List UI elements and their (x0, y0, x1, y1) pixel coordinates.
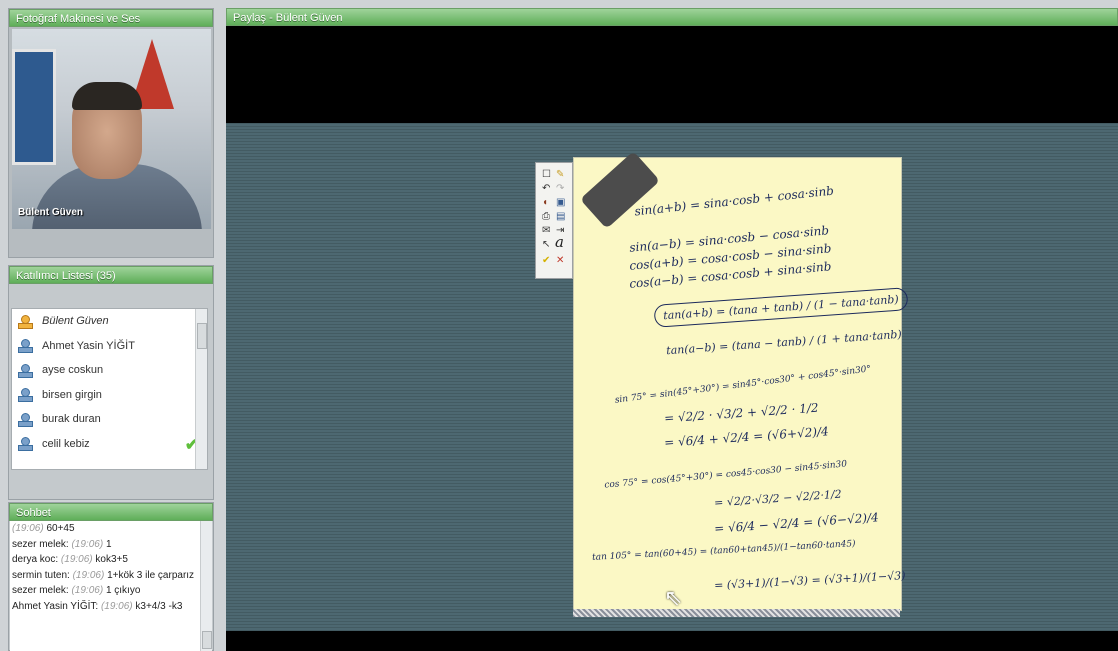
chat-panel: Sohbet (19:06) 60+45 sezer melek: (19:06… (8, 502, 214, 651)
rectangle-icon[interactable]: ☐ (542, 169, 551, 180)
whiteboard-line: = (√3+1)/(1−√3) = (√3+1)/(1−√3) (713, 568, 906, 593)
participant-name: birsen girgin (42, 388, 102, 401)
participant-name: burak duran (42, 413, 101, 426)
scrollbar-thumb[interactable] (202, 631, 212, 649)
chat-text: kok3+5 (95, 554, 128, 565)
redo-icon[interactable]: ↷ (556, 183, 564, 194)
user-icon (18, 412, 33, 427)
chat-time: (19:06) (60, 554, 93, 565)
participant-row[interactable]: birsen girgin (12, 383, 207, 408)
participant-name: Bülent Güven (42, 315, 109, 328)
chat-log[interactable]: (19:06) 60+45 sezer melek: (19:06) 1 der… (10, 521, 212, 651)
chat-message: sermin tuten: (19:06) 1+kök 3 ile çarpar… (10, 568, 212, 584)
chat-user: sermin tuten: (12, 569, 70, 581)
share-area: Paylaş - Bülent Güven ☐ ✎ ↶ ↷ ◖ ▣ ⎙ ▤ ✉ … (226, 8, 1118, 651)
chat-text: 60+45 (46, 523, 75, 534)
whiteboard-line: sin(a+b) = sina·cosb + cosa·sinb (633, 183, 835, 219)
participant-row[interactable]: burak duran (12, 407, 207, 432)
chat-text: 1+kök 3 ile çarparız (107, 569, 195, 581)
window-graphic (12, 49, 56, 165)
chat-user: sezer melek: (12, 538, 69, 550)
save-icon[interactable]: ▤ (556, 211, 565, 222)
presenter-hair-graphic (72, 82, 142, 110)
chat-user: derya koc: (12, 554, 59, 565)
paste-icon[interactable]: ▣ (556, 197, 565, 208)
participants-panel: Katılımcı Listesi (35) Bülent Güven Ahme… (8, 265, 214, 500)
chat-time: (19:06) (71, 538, 104, 550)
camera-panel-title: Fotoğraf Makinesi ve Ses (9, 9, 213, 27)
participant-row[interactable]: ayse coskun (12, 358, 207, 383)
participant-row[interactable]: Bülent Güven (12, 309, 207, 334)
whiteboard-line: = √2/2 · √3/2 + √2/2 · 1/2 (663, 400, 819, 426)
whiteboard-line: = √2/2·√3/2 − √2/2·1/2 (713, 487, 843, 510)
participant-name: ayse coskun (42, 364, 104, 377)
chat-time: (19:06) (12, 523, 44, 534)
user-icon (18, 339, 33, 354)
chat-panel-title: Sohbet (9, 503, 213, 521)
delete-icon[interactable]: ✕ (556, 255, 564, 266)
camera-panel: Fotoğraf Makinesi ve Ses Bülent Güven (8, 8, 214, 258)
whiteboard-line: = √6/4 − √2/4 = (√6−√2)/4 (713, 510, 880, 536)
camera-name-overlay: Bülent Güven (18, 207, 84, 218)
chat-message: (19:06) 60+45 (10, 521, 212, 537)
whiteboard-line: tan(a+b) = (tana + tanb) / (1 − tana·tan… (653, 287, 909, 328)
shared-desktop: ☐ ✎ ↶ ↷ ◖ ▣ ⎙ ▤ ✉ ⇥ ↖ a ✔ ✕ sin(a+b) = s… (226, 123, 1118, 631)
chat-message: sezer melek: (19:06) 1 (10, 537, 212, 553)
chat-scrollbar[interactable] (200, 521, 212, 651)
whiteboard-line: = √6/4 + √2/4 = (√6+√2)/4 (663, 424, 830, 450)
pointer-icon[interactable]: ↖ (542, 239, 550, 250)
whiteboard-bottom-strip (573, 609, 900, 617)
user-icon (18, 437, 33, 452)
chat-user: sezer melek: (12, 585, 69, 596)
chat-text: 1 (105, 538, 112, 550)
whiteboard-line: cos 75° = cos(45°+30°) = cos45·cos30 − s… (604, 459, 848, 491)
undo-icon[interactable]: ↶ (542, 183, 550, 194)
participants-panel-title: Katılımcı Listesi (35) (9, 266, 213, 284)
participant-scrollbar[interactable] (195, 309, 207, 469)
left-column: Fotoğraf Makinesi ve Ses Bülent Güven Ka… (8, 8, 214, 651)
whiteboard-line: tan(a−b) = (tana − tanb) / (1 + tana·tan… (665, 327, 903, 358)
print-icon[interactable]: ⎙ (542, 211, 550, 222)
participant-name: Ahmet Yasin YİĞİT (42, 339, 135, 352)
ink-icon[interactable]: ◖ (542, 197, 548, 208)
text-icon[interactable]: a (555, 235, 564, 250)
user-icon (18, 388, 33, 403)
eraser-icon[interactable]: ✎ (556, 169, 564, 180)
whiteboard-toolbar: ☐ ✎ ↶ ↷ ◖ ▣ ⎙ ▤ ✉ ⇥ ↖ a ✔ ✕ (535, 162, 573, 279)
eraser-graphic (579, 151, 661, 229)
chat-message: sezer melek: (19:06) 1 çıkıyo (10, 583, 212, 599)
participant-row[interactable]: Ahmet Yasin YİĞİT (12, 334, 207, 359)
participant-row[interactable]: celil kebiz ✔ (12, 432, 207, 457)
chat-time: (19:06) (71, 585, 104, 596)
chat-text: 1 çıkıyo (105, 585, 141, 596)
video-feed: Bülent Güven (12, 29, 211, 229)
whiteboard-line: tan 105° = tan(60+45) = (tan60+tan45)/(1… (591, 539, 856, 563)
moderator-user-icon (18, 314, 33, 329)
user-icon (18, 363, 33, 378)
chat-time: (19:06) (100, 600, 133, 612)
whiteboard-page[interactable]: sin(a+b) = sina·cosb + cosa·sinb sin(a−b… (573, 151, 909, 611)
chat-message: Ahmet Yasin YİĞİT: (19:06) k3+4/3 -k3 (10, 599, 212, 615)
screen-top-bar (226, 26, 1118, 123)
chat-message: derya koc: (19:06) kok3+5 (10, 552, 212, 568)
whiteboard-line: sin 75° = sin(45°+30°) = sin45°·cos30° +… (614, 364, 872, 406)
share-panel-title: Paylaş - Bülent Güven (226, 8, 1118, 26)
mail-icon[interactable]: ✉ (542, 225, 550, 236)
participant-name: celil kebiz (42, 437, 90, 450)
chat-time: (19:06) (72, 569, 105, 581)
screen-bottom-bar (226, 631, 1118, 651)
participant-list[interactable]: Bülent Güven Ahmet Yasin YİĞİT ayse cosk… (11, 308, 208, 470)
mouse-cursor-icon: ⇖ (664, 585, 683, 610)
chat-text: k3+4/3 -k3 (135, 600, 183, 612)
chat-user: Ahmet Yasin YİĞİT: (12, 600, 99, 612)
check-icon[interactable]: ✔ (542, 255, 550, 266)
scrollbar-thumb[interactable] (197, 323, 207, 349)
